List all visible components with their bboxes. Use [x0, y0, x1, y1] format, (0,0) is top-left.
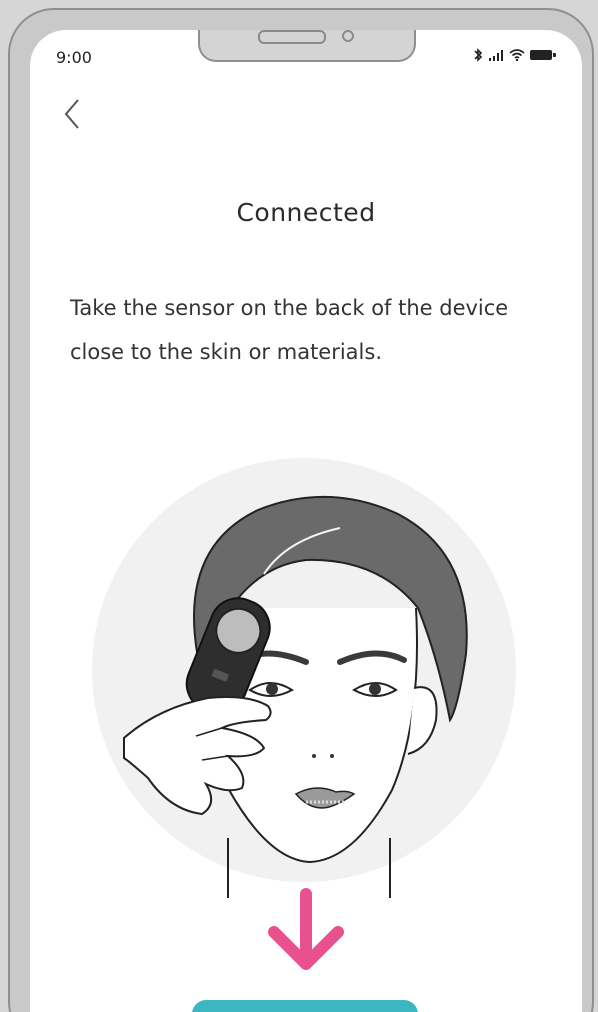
- page-title: Connected: [236, 198, 376, 227]
- continue-button[interactable]: [192, 1000, 418, 1012]
- status-time: 9:00: [56, 48, 92, 67]
- phone-screen: 9:00 Connected Take the sensor on the ba…: [30, 30, 582, 1012]
- front-camera: [342, 30, 354, 42]
- pupil-right: [369, 683, 381, 695]
- signal-icon: [489, 50, 503, 61]
- battery-icon: [530, 50, 556, 60]
- speaker-grille: [258, 30, 326, 44]
- pupil-left: [266, 683, 278, 695]
- face-sensor-illustration: [92, 458, 516, 898]
- back-button[interactable]: [58, 94, 88, 134]
- status-icons: [473, 48, 556, 62]
- nostril-right: [330, 754, 334, 758]
- phone-notch: [198, 30, 416, 62]
- instruction-text: Take the sensor on the back of the devic…: [70, 296, 509, 364]
- nostril-left: [312, 754, 316, 758]
- wifi-icon: [509, 49, 525, 61]
- bluetooth-icon: [474, 48, 483, 62]
- arrow-down-icon: [268, 888, 344, 970]
- app-page: 9:00 Connected Take the sensor on the ba…: [0, 0, 598, 1012]
